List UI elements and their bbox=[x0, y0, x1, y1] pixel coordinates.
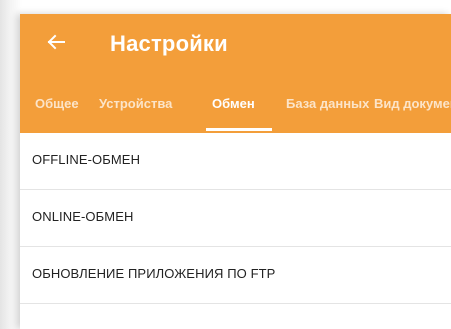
setting-label: OFFLINE-ОБМЕН bbox=[32, 152, 141, 167]
active-tab-indicator bbox=[206, 128, 272, 131]
tab-devices[interactable]: Устройства bbox=[99, 92, 172, 133]
back-button[interactable] bbox=[42, 28, 70, 56]
settings-list: OFFLINE-ОБМЕН ONLINE-ОБМЕН ОБНОВЛЕНИЕ ПР… bbox=[20, 133, 451, 304]
tab-database[interactable]: База данных bbox=[286, 92, 372, 133]
setting-ftp-app-update[interactable]: ОБНОВЛЕНИЕ ПРИЛОЖЕНИЯ ПО FTP bbox=[20, 247, 451, 304]
setting-label: ONLINE-ОБМЕН bbox=[32, 209, 134, 224]
setting-label: ОБНОВЛЕНИЕ ПРИЛОЖЕНИЯ ПО FTP bbox=[32, 266, 276, 281]
settings-screen: Настройки Общее Устройства Обмен База да… bbox=[20, 14, 451, 329]
arrow-left-icon bbox=[47, 34, 65, 50]
tab-general[interactable]: Общее bbox=[35, 92, 79, 133]
setting-offline-exchange[interactable]: OFFLINE-ОБМЕН bbox=[20, 133, 451, 190]
screen: Настройки Общее Устройства Обмен База да… bbox=[0, 0, 451, 329]
setting-online-exchange[interactable]: ONLINE-ОБМЕН bbox=[20, 190, 451, 247]
tab-document-view[interactable]: Вид документа bbox=[374, 92, 451, 133]
tab-exchange[interactable]: Обмен bbox=[212, 92, 255, 133]
tab-bar: Общее Устройства Обмен База данных Вид д… bbox=[20, 92, 451, 133]
page-title: Настройки bbox=[110, 31, 228, 56]
